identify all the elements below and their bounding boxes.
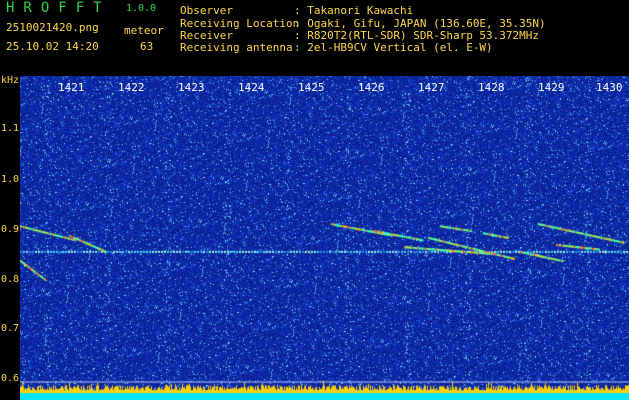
x-tick-label: 1430 (596, 81, 623, 94)
info-label: Receiving Location (180, 17, 300, 30)
x-tick-label: 1422 (118, 81, 145, 94)
x-tick-label: 1423 (178, 81, 205, 94)
y-tick-label: 0.6 (1, 373, 20, 384)
info-label: Receiver (180, 29, 233, 42)
image-filename: 2510021420.png (6, 21, 99, 34)
station-info-row-observer: Observer: Takanori Kawachi (180, 4, 414, 17)
station-info-row-receiver: Receiver: R820T2(RTL-SDR) SDR-Sharp 53.3… (180, 29, 540, 42)
app-version: 1.0.0 (126, 3, 157, 14)
header-panel: HROFFT 1.0.0 2510021420.png meteor 25.10… (0, 0, 629, 76)
x-tick-label: 1426 (358, 81, 385, 94)
y-tick-label: 0.9 (1, 224, 20, 235)
y-axis-unit: kHz (1, 75, 20, 86)
x-tick-label: 1428 (478, 81, 505, 94)
meteor-label: meteor (124, 24, 164, 37)
info-value: Takanori Kawachi (307, 4, 414, 17)
x-tick-label: 1427 (418, 81, 445, 94)
x-tick-label: 1424 (238, 81, 265, 94)
meteor-count: 63 (140, 40, 154, 53)
app-title: HROFFT (6, 0, 111, 16)
info-label: Receiving antenna (180, 41, 293, 54)
y-tick-label: 0.8 (1, 274, 20, 285)
y-tick-label: 1.0 (1, 174, 20, 185)
x-tick-label: 1429 (538, 81, 565, 94)
info-label: Observer (180, 4, 233, 17)
station-info-row-location: Receiving Location: Ogaki, Gifu, JAPAN (… (180, 17, 546, 30)
y-tick-label: 1.1 (1, 123, 20, 134)
spectrogram-canvas (20, 76, 629, 400)
y-tick-label: 0.7 (1, 323, 20, 334)
station-info-row-antenna: Receiving antenna: 2el-HB9CV Vertical (e… (180, 41, 493, 54)
info-value: 2el-HB9CV Vertical (el. E-W) (307, 41, 493, 54)
x-tick-label: 1425 (298, 81, 325, 94)
capture-datetime: 25.10.02 14:20 (6, 40, 99, 53)
x-tick-label: 1421 (58, 81, 85, 94)
